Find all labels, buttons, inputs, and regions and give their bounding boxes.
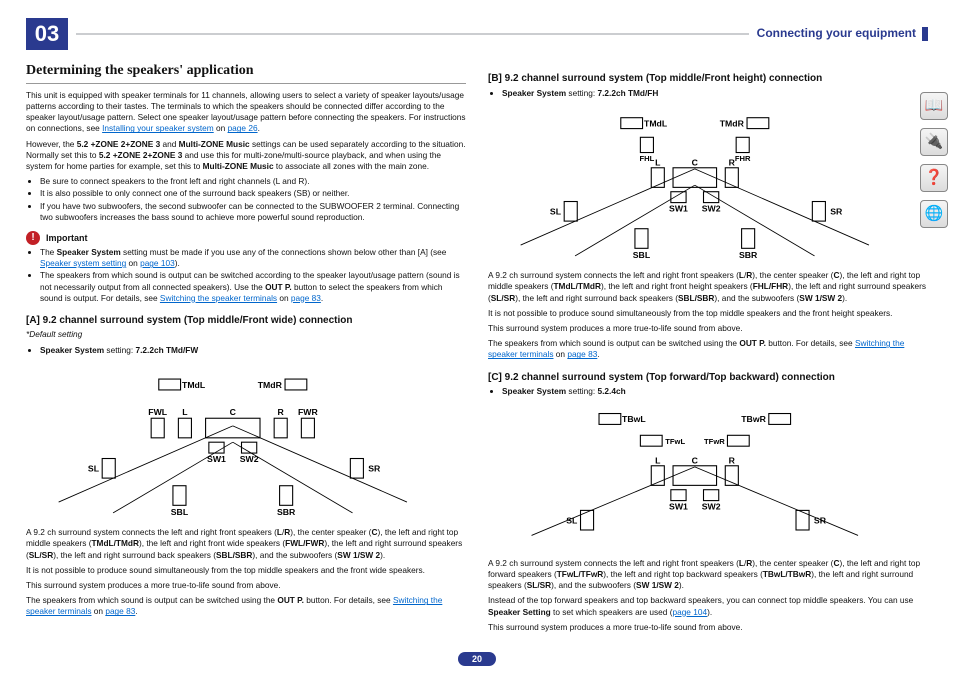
svg-text:TFwR: TFwR xyxy=(704,437,725,446)
book-icon[interactable]: 📖 xyxy=(920,92,948,120)
svg-text:SR: SR xyxy=(814,516,827,526)
svg-text:SBL: SBL xyxy=(633,250,651,260)
svg-text:SL: SL xyxy=(88,463,100,473)
svg-text:FWL: FWL xyxy=(148,407,168,417)
subsection-a-heading: [A] 9.2 channel surround system (Top mid… xyxy=(26,314,466,328)
important-label: Important xyxy=(46,232,88,244)
page-number: 20 xyxy=(458,653,496,665)
sect-b-para4: The speakers from which sound is output … xyxy=(488,338,928,360)
page-header: 03 Connecting your equipment xyxy=(26,18,928,50)
device-icon[interactable]: 🔌 xyxy=(920,128,948,156)
svg-text:TMdL: TMdL xyxy=(644,118,668,128)
svg-text:TMdR: TMdR xyxy=(720,118,745,128)
diagram-b: TMdL TMdR FHL FHR L C R SW1 SW2 SL SR SB… xyxy=(488,109,902,261)
list-item: It is also possible to only connect one … xyxy=(40,188,466,199)
list-item: Be sure to connect speakers to the front… xyxy=(40,176,466,187)
sect-b-para1: A 9.2 ch surround system connects the le… xyxy=(488,270,928,304)
svg-text:L: L xyxy=(182,407,188,417)
sect-a-para1: A 9.2 ch surround system connects the le… xyxy=(26,527,466,561)
header-title: Connecting your equipment xyxy=(749,25,922,43)
link-page-83[interactable]: page 83 xyxy=(291,293,321,303)
section-heading: Determining the speakers' application xyxy=(26,62,466,81)
default-setting-note: *Default setting xyxy=(26,329,466,340)
intro-bullets: Be sure to connect speakers to the front… xyxy=(40,176,466,223)
link-speaker-system-setting[interactable]: Speaker system setting xyxy=(40,258,126,268)
link-page-104[interactable]: page 104 xyxy=(672,607,707,617)
svg-text:TBwL: TBwL xyxy=(622,414,646,424)
svg-text:SW2: SW2 xyxy=(702,502,721,512)
sect-c-para3: This surround system produces a more tru… xyxy=(488,622,928,633)
intro-paragraph-2: However, the 5.2 +ZONE 2+ZONE 3 and Mult… xyxy=(26,139,466,173)
svg-text:SW2: SW2 xyxy=(240,454,259,464)
network-icon[interactable]: 🌐 xyxy=(920,200,948,228)
subsection-c-heading: [C] 9.2 channel surround system (Top for… xyxy=(488,371,928,385)
header-cap xyxy=(922,27,928,41)
help-icon[interactable]: ❓ xyxy=(920,164,948,192)
sect-b-para3: This surround system produces a more tru… xyxy=(488,323,928,334)
intro-paragraph-1: This unit is equipped with speaker termi… xyxy=(26,90,466,135)
svg-text:SW2: SW2 xyxy=(702,203,721,213)
link-install-speaker-system[interactable]: Installing your speaker system xyxy=(102,123,214,133)
svg-text:C: C xyxy=(692,456,699,466)
link-page-83[interactable]: page 83 xyxy=(567,349,597,359)
sect-c-para1: A 9.2 ch surround system connects the le… xyxy=(488,558,928,592)
sect-a-para4: The speakers from which sound is output … xyxy=(26,595,466,617)
svg-text:TBwR: TBwR xyxy=(741,414,766,424)
setting-line-a: Speaker System setting: 7.2.2ch TMd/FW xyxy=(40,345,466,356)
link-page-103[interactable]: page 103 xyxy=(140,258,175,268)
svg-text:SR: SR xyxy=(830,206,843,216)
right-column: [B] 9.2 channel surround system (Top mid… xyxy=(488,62,928,637)
important-icon: ! xyxy=(26,231,40,245)
svg-text:SW1: SW1 xyxy=(669,203,688,213)
svg-text:FHR: FHR xyxy=(735,154,751,163)
svg-text:SBR: SBR xyxy=(739,250,758,260)
svg-text:FHL: FHL xyxy=(640,154,655,163)
list-item: The Speaker System setting must be made … xyxy=(40,247,466,269)
sidebar-quicklinks: 📖 🔌 ❓ 🌐 xyxy=(920,92,948,228)
svg-text:C: C xyxy=(692,157,699,167)
sect-a-para2: It is not possible to produce sound simu… xyxy=(26,565,466,576)
svg-text:SL: SL xyxy=(566,516,578,526)
diagram-a: TMdL TMdR FWL L C R FWR SW1 SW2 SL SR SB… xyxy=(26,366,440,518)
setting-line-c: Speaker System setting: 5.2.4ch xyxy=(502,386,928,397)
left-column: Determining the speakers' application Th… xyxy=(26,62,466,637)
svg-text:SBL: SBL xyxy=(171,507,189,517)
svg-text:L: L xyxy=(655,456,661,466)
diagram-c: TBwL TBwR TFwL TFwR L C R SW1 SW2 SL SR xyxy=(488,407,902,548)
svg-text:TMdL: TMdL xyxy=(182,380,206,390)
subsection-b-heading: [B] 9.2 channel surround system (Top mid… xyxy=(488,72,928,86)
svg-text:SL: SL xyxy=(550,206,562,216)
sect-a-para3: This surround system produces a more tru… xyxy=(26,580,466,591)
heading-rule xyxy=(26,83,466,84)
sect-c-para2: Instead of the top forward speakers and … xyxy=(488,595,928,617)
link-page-26[interactable]: page 26 xyxy=(228,123,258,133)
svg-text:R: R xyxy=(729,157,736,167)
header-rule xyxy=(76,33,749,35)
list-item: The speakers from which sound is output … xyxy=(40,270,466,304)
svg-text:SW1: SW1 xyxy=(669,502,688,512)
link-page-83[interactable]: page 83 xyxy=(105,606,135,616)
chapter-badge: 03 xyxy=(26,18,68,50)
list-item: If you have two subwoofers, the second s… xyxy=(40,201,466,223)
setting-line-b: Speaker System setting: 7.2.2ch TMd/FH xyxy=(502,88,928,99)
svg-text:SW1: SW1 xyxy=(207,454,226,464)
svg-text:SR: SR xyxy=(368,463,381,473)
svg-text:R: R xyxy=(729,456,736,466)
svg-text:L: L xyxy=(655,157,661,167)
link-switching-terminals[interactable]: Switching the speaker terminals xyxy=(160,293,277,303)
svg-text:FWR: FWR xyxy=(298,407,319,417)
important-bullets: The Speaker System setting must be made … xyxy=(40,247,466,304)
sect-b-para2: It is not possible to produce sound simu… xyxy=(488,308,928,319)
svg-text:TFwL: TFwL xyxy=(665,437,685,446)
svg-text:C: C xyxy=(230,407,237,417)
svg-text:R: R xyxy=(278,407,285,417)
svg-text:SBR: SBR xyxy=(277,507,296,517)
svg-text:TMdR: TMdR xyxy=(258,380,283,390)
